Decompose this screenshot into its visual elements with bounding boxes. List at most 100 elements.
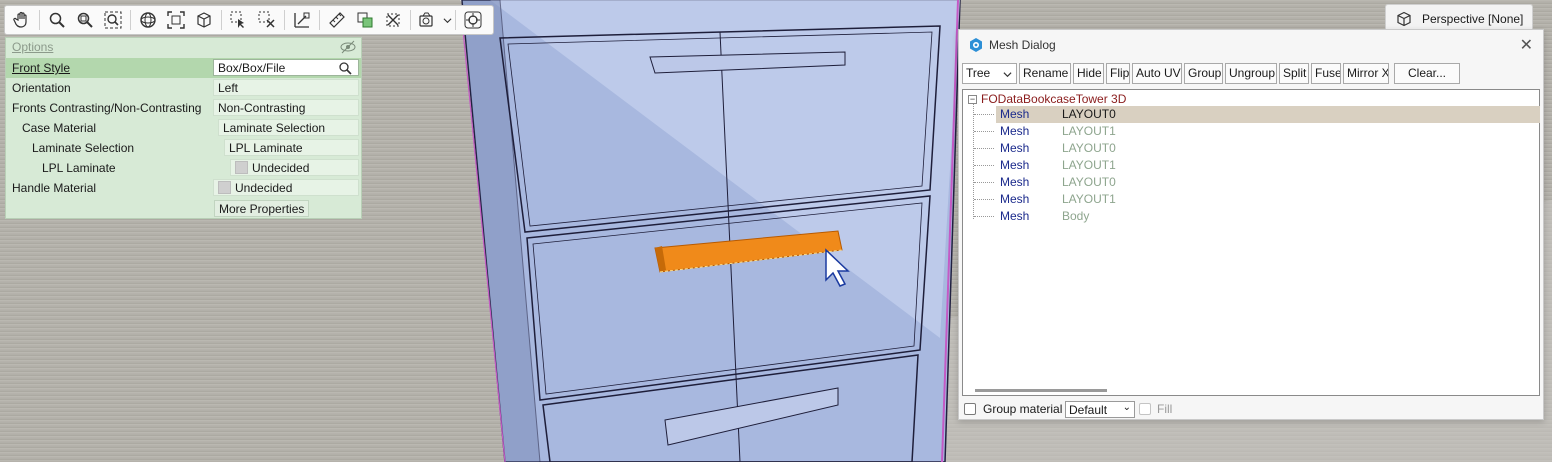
mirror-x-button[interactable]: Mirror X — [1343, 63, 1389, 84]
tree-root-node[interactable]: FODataBookcaseTower 3D — [981, 92, 1126, 106]
options-title[interactable]: Options — [12, 40, 53, 54]
tree-item-type: Mesh — [1000, 192, 1030, 206]
mesh-toolbar: Tree Rename Hide Flip Auto UV Group Ungr… — [962, 63, 1542, 84]
orbit-icon[interactable] — [137, 9, 159, 31]
fill-checkbox[interactable] — [1139, 403, 1151, 415]
option-label: Orientation — [12, 81, 71, 95]
group-material-label: Group material — [983, 402, 1063, 416]
fill-label: Fill — [1157, 402, 1173, 416]
close-icon[interactable]: ✕ — [1520, 35, 1533, 55]
ungroup-button[interactable]: Ungroup — [1225, 63, 1277, 84]
toolbar-separator — [455, 10, 456, 30]
fuse-button[interactable]: Fuse — [1311, 63, 1341, 84]
laminate-selection-field[interactable]: LPL Laminate — [224, 139, 359, 156]
mesh-tree[interactable]: − FODataBookcaseTower 3D Mesh LAYOUT0 Mes… — [962, 89, 1540, 396]
tree-item[interactable]: Mesh LAYOUT0 — [974, 140, 1540, 157]
view-cube-icon[interactable] — [193, 9, 215, 31]
tree-connector — [974, 114, 994, 115]
frame-selection-icon[interactable] — [165, 9, 187, 31]
case-material-field[interactable]: Laminate Selection — [218, 119, 359, 136]
option-label: LPL Laminate — [42, 161, 116, 175]
option-row-orientation[interactable]: Orientation Left — [6, 78, 361, 98]
tree-item[interactable]: Mesh Body — [974, 208, 1540, 225]
color-swatch — [235, 161, 248, 174]
tree-item-name: LAYOUT0 — [1062, 175, 1116, 189]
chevron-down-icon — [1003, 72, 1012, 78]
tree-item-type: Mesh — [1000, 158, 1030, 172]
option-row-lpl-laminate[interactable]: LPL Laminate Undecided — [6, 158, 361, 178]
chevron-down-icon: ⌄ — [1122, 402, 1131, 413]
zoom-window-icon[interactable] — [74, 9, 96, 31]
tree-item-type: Mesh — [1000, 107, 1030, 121]
tree-item[interactable]: Mesh LAYOUT1 — [974, 123, 1540, 140]
clear-button[interactable]: Clear... — [1394, 63, 1460, 84]
tree-item-type: Mesh — [1000, 209, 1030, 223]
zoom-icon[interactable] — [46, 9, 68, 31]
option-row-laminate-selection[interactable]: Laminate Selection LPL Laminate — [6, 138, 361, 158]
view-mode-select[interactable]: Tree — [962, 63, 1017, 84]
tree-item-type: Mesh — [1000, 175, 1030, 189]
color-swatch — [218, 181, 231, 194]
option-row-case-material[interactable]: Case Material Laminate Selection — [6, 118, 361, 138]
handle-material-field[interactable]: Undecided — [213, 179, 359, 196]
tree-item-name: LAYOUT1 — [1062, 192, 1116, 206]
toolbar-separator — [39, 10, 40, 30]
fronts-contrasting-field[interactable]: Non-Contrasting — [213, 99, 359, 116]
tree-item-name: LAYOUT0 — [1062, 141, 1116, 155]
mesh-dialog: Mesh Dialog ✕ Tree Rename Hide Flip Auto… — [958, 29, 1544, 420]
option-row-front-style[interactable]: Front Style Box/Box/File — [6, 58, 361, 78]
collapse-icon[interactable]: − — [968, 95, 977, 104]
more-properties-button[interactable]: More Properties — [214, 200, 310, 217]
tree-guide-line — [973, 104, 974, 219]
measure-icon[interactable] — [326, 9, 348, 31]
lpl-laminate-field[interactable]: Undecided — [230, 159, 359, 176]
split-button[interactable]: Split — [1279, 63, 1309, 84]
toolbar-separator — [130, 10, 131, 30]
tree-item-name: LAYOUT1 — [1062, 124, 1116, 138]
delete-object-icon[interactable] — [382, 9, 404, 31]
tree-item-name: LAYOUT0 — [1062, 107, 1116, 121]
option-label: Front Style — [12, 61, 71, 75]
option-label: Laminate Selection — [32, 141, 135, 155]
target-icon[interactable] — [462, 9, 484, 31]
horizontal-scrollbar[interactable] — [975, 389, 1107, 392]
option-row-handle-material[interactable]: Handle Material Undecided — [6, 178, 361, 198]
pan-hand-icon[interactable] — [11, 9, 33, 31]
app-logo-icon — [970, 38, 982, 52]
option-label: Handle Material — [12, 181, 97, 195]
dialog-title-bar[interactable]: Mesh Dialog ✕ — [959, 30, 1543, 60]
tree-item[interactable]: Mesh LAYOUT1 — [974, 191, 1540, 208]
tree-connector — [974, 199, 994, 200]
toolbar-separator — [410, 10, 411, 30]
dimension-icon[interactable] — [291, 9, 313, 31]
search-icon[interactable] — [338, 61, 352, 75]
deselect-icon[interactable] — [256, 9, 278, 31]
group-button[interactable]: Group — [1184, 63, 1223, 84]
toolbar-separator — [284, 10, 285, 30]
option-row-fronts-contrasting[interactable]: Fronts Contrasting/Non-Contrasting Non-C… — [6, 98, 361, 118]
option-label: Fronts Contrasting/Non-Contrasting — [12, 101, 202, 115]
hide-button[interactable]: Hide — [1073, 63, 1104, 84]
group-material-checkbox[interactable] — [964, 403, 976, 415]
toolbar-separator — [319, 10, 320, 30]
tree-item-type: Mesh — [1000, 141, 1030, 155]
rename-button[interactable]: Rename — [1019, 63, 1071, 84]
hide-panel-icon[interactable] — [340, 40, 356, 54]
select-icon[interactable] — [228, 9, 250, 31]
tree-item[interactable]: Mesh LAYOUT1 — [974, 157, 1540, 174]
zoom-extents-icon[interactable] — [102, 9, 124, 31]
add-object-icon[interactable] — [354, 9, 376, 31]
mesh-footer: Group material Default ⌄ Fill — [962, 401, 1540, 419]
tree-item[interactable]: Mesh LAYOUT0 — [974, 106, 1540, 123]
material-select[interactable]: Default ⌄ — [1065, 401, 1135, 418]
tree-item[interactable]: Mesh LAYOUT0 — [974, 174, 1540, 191]
chevron-down-icon[interactable] — [442, 9, 452, 31]
auto-uv-button[interactable]: Auto UV — [1132, 63, 1182, 84]
orientation-field[interactable]: Left — [213, 79, 359, 96]
camera-icon[interactable] — [417, 9, 439, 31]
option-label: Case Material — [22, 121, 97, 135]
tree-connector — [974, 182, 994, 183]
option-value: Undecided — [252, 161, 310, 175]
flip-button[interactable]: Flip — [1106, 63, 1130, 84]
bookcase-model — [461, 0, 961, 462]
